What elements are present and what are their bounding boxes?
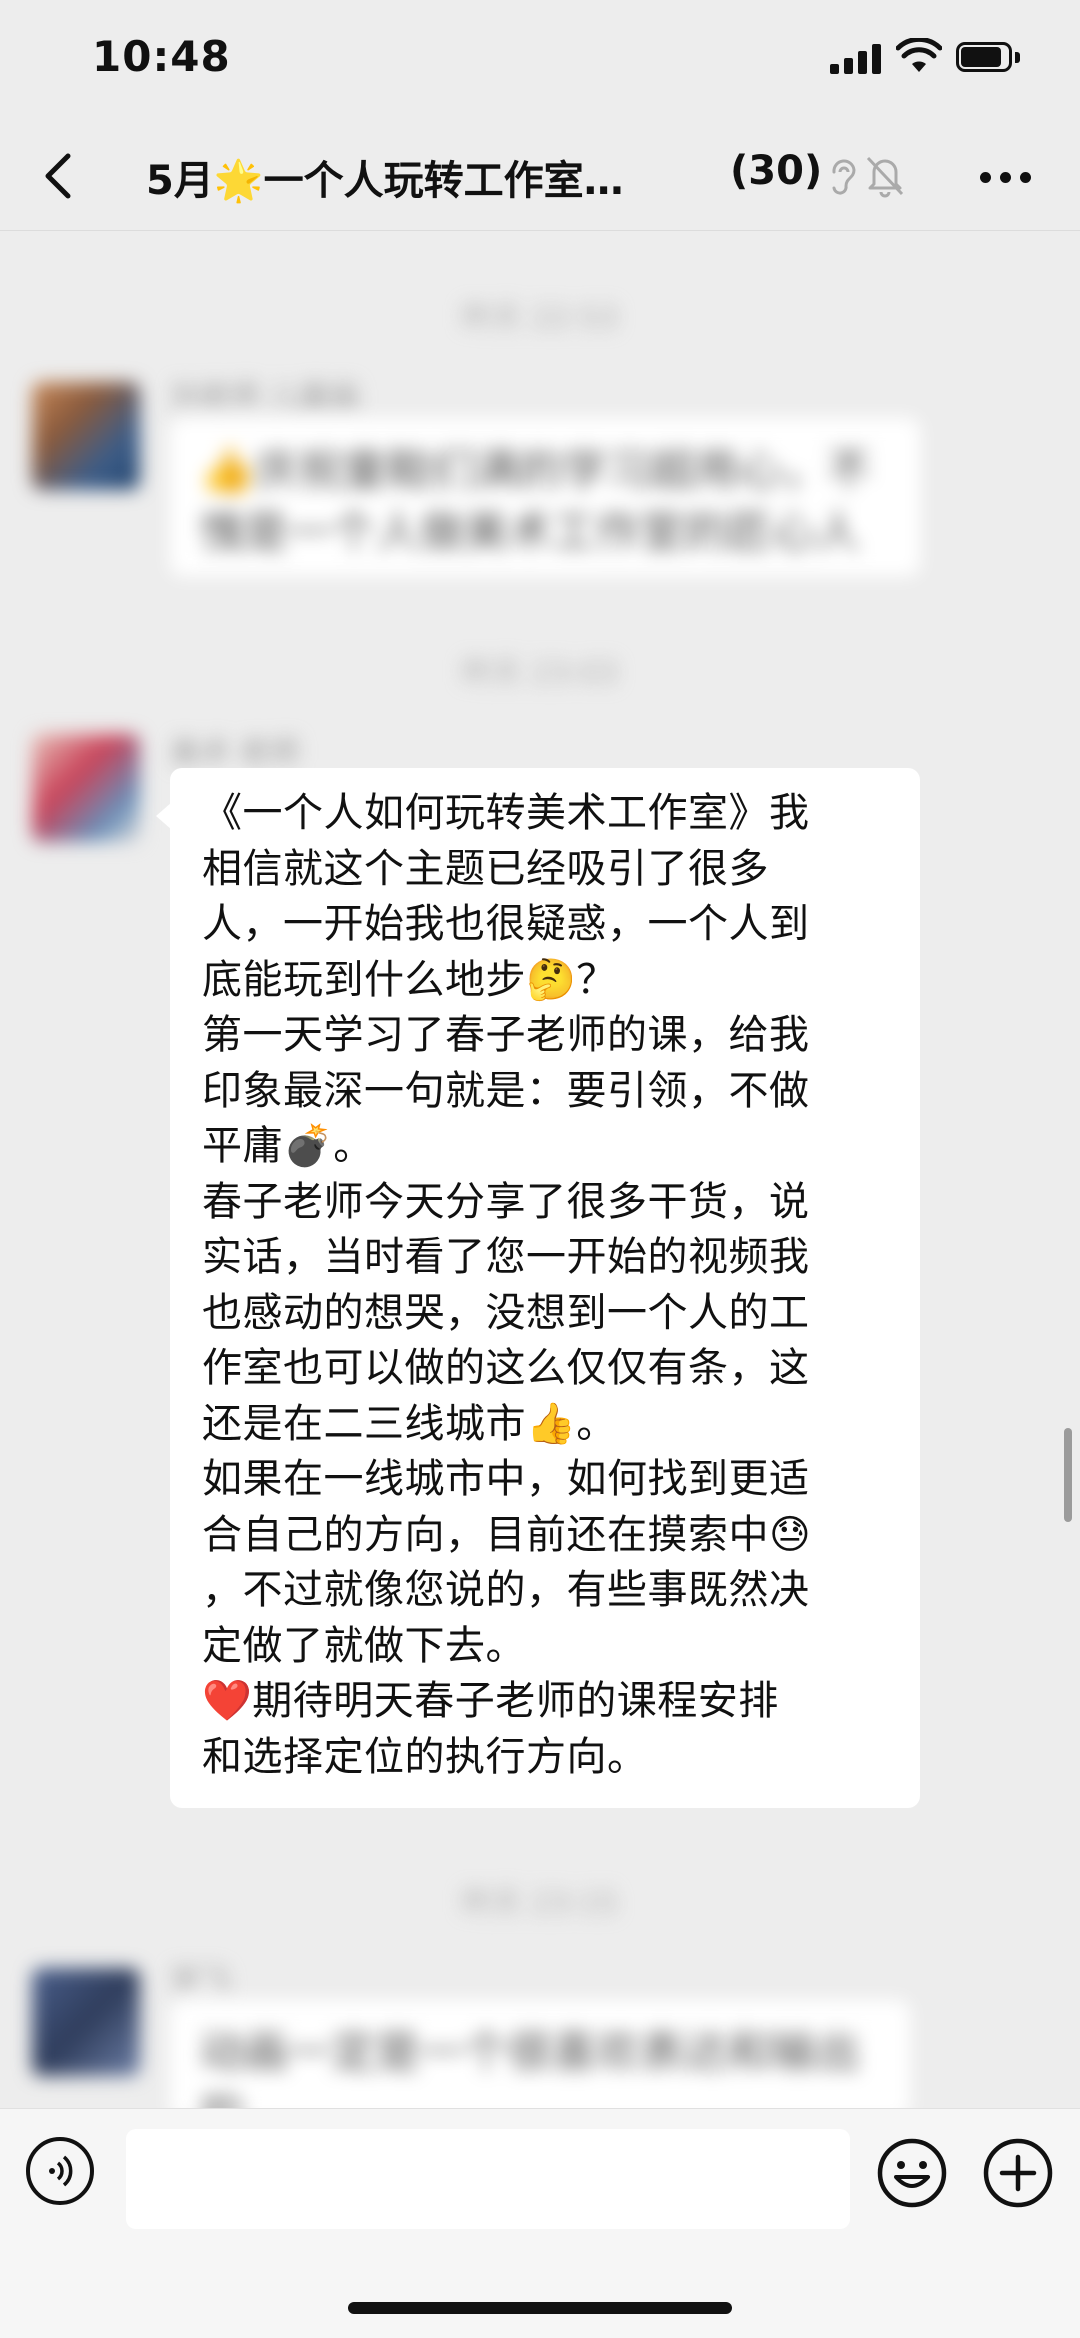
plus-icon[interactable] [982,2137,1054,2209]
avatar[interactable] [32,382,140,490]
message-line: ，不过就像您说的，有些事既然决 [202,1567,810,1613]
message-line: 平庸💣。 [202,1123,374,1169]
sender-name: 学飞 [170,1964,230,1999]
avatar[interactable] [32,734,140,842]
chat-title[interactable]: 5月🌟一个人玩转工作室… [146,148,624,206]
sender-name: 美术 老师 [170,736,300,771]
emoji-icon[interactable] [876,2137,948,2209]
status-bar: 10:48 [0,0,1080,120]
sender-name: 刘老师 儿童画 [170,380,360,415]
message-bubble[interactable]: 👍庆祝童鞋们满的学习超用心，不愧是一个人做美术工作室的匠心人 [170,418,920,576]
message-bubble[interactable]: 动画一定是一个很喜欢表达和输出的 [170,2000,910,2120]
message-line: 定做了就做下去。 [202,1622,526,1669]
mute-bell-icon [866,156,904,198]
message-line: 春子老师今天分享了很多干货，说 [202,1178,810,1225]
message-line: 还是在二三线城市👍。 [202,1400,617,1447]
message-line: 《一个人如何玩转美术工作室》我 [202,790,810,836]
message-line: 如果在一线城市中，如何找到更适 [202,1456,810,1502]
chat-header: 5月🌟一个人玩转工作室… (30) [0,120,1080,231]
message-line: 第一天学习了春子老师的课，给我 [202,1012,810,1058]
message-line: 底能玩到什么地步🤔？ [202,956,617,1003]
message-line: 也感动的想哭，没想到一个人的工 [202,1289,810,1336]
message-line: 相信就这个主题已经吸引了很多 [202,845,769,892]
avatar[interactable] [32,1968,140,2076]
message-line: 和选择定位的执行方向。 [202,1733,648,1780]
message-line: ❤️期待明天春子老师的课程安排 [202,1678,779,1724]
scroll-indicator[interactable] [1064,1428,1072,1522]
ear-icon [832,159,856,195]
voice-icon[interactable] [26,2137,94,2205]
message-line: 实话，当时看了您一开始的视频我 [202,1234,810,1280]
message-timestamp: 昨天 23:03 [462,656,618,691]
message-line: 合自己的方向，目前还在摸索中😓 [202,1511,812,1558]
more-icon[interactable] [980,172,1032,184]
message-timestamp: 昨天 23:15 [462,1886,618,1921]
status-time: 10:48 [92,32,231,81]
battery-icon [956,42,1022,74]
message-timestamp: 昨天 22:53 [462,301,618,336]
message-line: 作室也可以做的这么仅仅有条，这 [202,1345,810,1391]
message-text: 动画一定是一个很喜欢表达和输出的 [200,2027,860,2120]
wifi-icon [896,38,942,72]
message-text: 👍庆祝童鞋们满的学习超用心，不愧是一个人做美术工作室的匠心人 [200,445,871,558]
back-icon[interactable] [36,148,86,204]
message-bubble[interactable]: 《一个人如何玩转美术工作室》我 相信就这个主题已经吸引了很多 人，一开始我也很疑惑，… [156,768,920,1808]
home-indicator [348,2302,732,2314]
message-line: 人，一开始我也很疑惑，一个人到 [202,901,810,947]
member-count: (30) [730,148,823,194]
cellular-signal-icon [830,44,882,74]
message-input[interactable] [126,2129,850,2229]
message-line: 印象最深一句就是：要引领，不做 [202,1067,810,1114]
message-text: 《一个人如何玩转美术工作室》我 相信就这个主题已经吸引了很多 人，一开始我也很疑惑，… [202,786,892,1785]
